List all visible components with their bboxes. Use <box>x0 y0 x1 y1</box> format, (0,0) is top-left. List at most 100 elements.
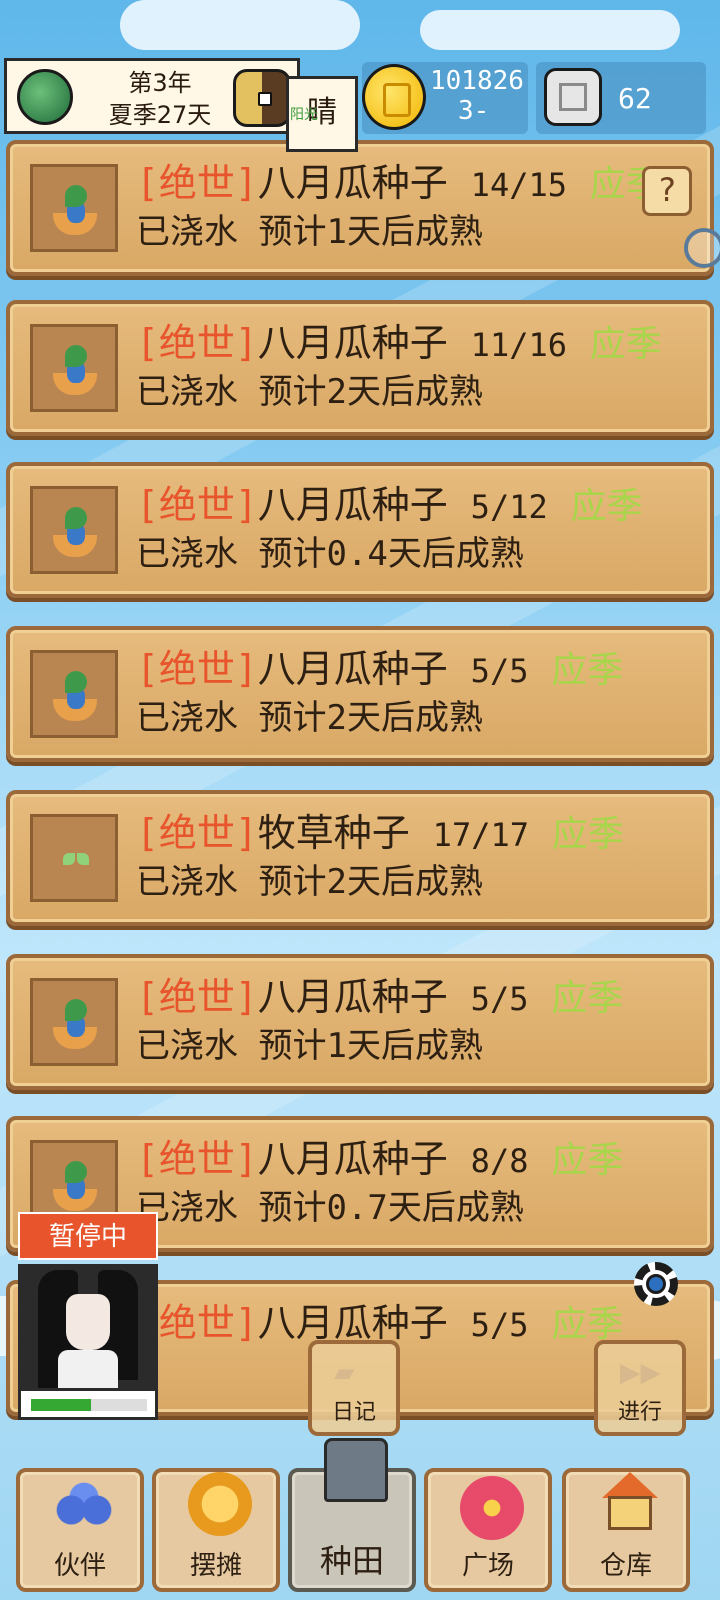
plot-rarity: [绝世] <box>136 483 258 527</box>
coin-icon <box>362 64 426 130</box>
sprout-leaf <box>65 999 87 1021</box>
date-panel[interactable]: 第3年 夏季27天 <box>4 58 300 134</box>
fast-forward-icon: ▶▶ <box>620 1352 661 1392</box>
coin-pile-icon <box>188 1472 252 1536</box>
help-button[interactable]: ? <box>642 166 692 216</box>
stamina-bar <box>18 1388 158 1420</box>
plot-status: 已浇水 预计2天后成熟 <box>136 372 483 412</box>
plot-season-tag: 应季 <box>551 1304 624 1345</box>
plot-title: [绝世]牧草种子 17/17 应季 <box>136 802 624 857</box>
plot-status: 已浇水 预计2天后成熟 <box>136 862 483 902</box>
plot-title: [绝世]八月瓜种子 5/5 应季 <box>136 966 623 1021</box>
stamina-bar-fill <box>31 1399 91 1411</box>
plot-crop-name: 八月瓜种子 <box>257 161 448 205</box>
plot-title: [绝世]八月瓜种子 14/15 应季 <box>136 152 662 207</box>
character-avatar[interactable] <box>18 1264 158 1394</box>
weather-tag: 阳光 <box>290 107 318 123</box>
plot-season-tag: 应季 <box>551 978 624 1019</box>
plot-rarity: [绝世] <box>136 647 258 691</box>
nav-tab-stall[interactable]: 摆摊 <box>152 1468 280 1592</box>
plot-soil-tile <box>30 486 118 574</box>
proceed-label: 进行 <box>617 1400 662 1425</box>
plot-status: 已浇水 预计2天后成熟 <box>136 698 483 738</box>
gem-value: 62 <box>618 82 652 115</box>
blue-seed-sprout-icon <box>53 1159 97 1211</box>
plot-title: [绝世]八月瓜种子 8/8 应季 <box>136 1128 623 1183</box>
barn-icon <box>598 1472 662 1536</box>
sprout-leaf <box>65 1161 87 1183</box>
plot-count: 5/5 <box>470 1306 529 1344</box>
diary-button[interactable]: ▰ 日记 <box>308 1340 400 1436</box>
sprout-leaf <box>65 507 87 529</box>
sprout-leaf <box>65 185 87 207</box>
gem-icon <box>544 68 602 126</box>
plot-count: 8/8 <box>470 1142 529 1180</box>
nav-label-farming: 种田 <box>319 1542 384 1580</box>
partners-icon <box>52 1478 116 1542</box>
nav-label-stall: 摆摊 <box>189 1551 242 1581</box>
plot-season-tag: 应季 <box>551 1140 624 1181</box>
nav-tab-farming[interactable]: 种田 <box>288 1438 416 1592</box>
nav-tab-plaza[interactable]: 广场 <box>424 1468 552 1592</box>
plot-card[interactable]: [绝世]八月瓜种子 5/5 应季已浇水 预计1天后成熟 <box>6 954 714 1090</box>
plot-rarity: [绝世] <box>136 975 258 1019</box>
plot-season-tag: 应季 <box>589 324 662 365</box>
plot-count: 5/5 <box>470 980 529 1018</box>
plot-crop-name: 八月瓜种子 <box>257 1137 448 1181</box>
plot-count: 5/5 <box>470 652 529 690</box>
plot-rarity: [绝世] <box>136 321 258 365</box>
nav-label-partners: 伙伴 <box>53 1551 106 1581</box>
plot-status: 已浇水 预计1天后成熟 <box>136 212 483 252</box>
grass-sprout-icon <box>63 853 89 869</box>
plot-title: [绝世]八月瓜种子 11/16 应季 <box>136 312 662 367</box>
plot-title: [绝世]八月瓜种子 5/5 应季 <box>136 1292 623 1347</box>
plot-soil-tile <box>30 164 118 252</box>
plot-crop-name: 八月瓜种子 <box>257 483 448 527</box>
plot-season-tag: 应季 <box>551 814 624 855</box>
plot-status: 已浇水 预计1天后成熟 <box>136 1026 483 1066</box>
day-night-icon <box>233 69 291 127</box>
plot-rarity: [绝世] <box>136 1137 258 1181</box>
plot-count: 11/16 <box>470 326 567 364</box>
nav-tab-warehouse[interactable]: 仓库 <box>562 1468 690 1592</box>
plot-card[interactable]: [绝世]八月瓜种子 5/12 应季 已浇水 预计0.4天后成熟 <box>6 462 714 598</box>
coin-counter[interactable]: 101826 3- <box>362 62 528 134</box>
plot-card[interactable]: [绝世]八月瓜种子 5/5 应季已浇水 预计2天后成熟 <box>6 626 714 762</box>
gear-core <box>646 1274 666 1294</box>
plot-count: 17/17 <box>432 816 529 854</box>
coin-sub-value: 3- <box>458 96 490 126</box>
plot-title: [绝世]八月瓜种子 5/12 应季 <box>136 474 643 529</box>
plot-crop-name: 八月瓜种子 <box>257 647 448 691</box>
flower-icon <box>460 1476 524 1540</box>
coin-value: 101826 <box>430 66 524 96</box>
nav-label-warehouse: 仓库 <box>599 1551 652 1581</box>
plot-title: [绝世]八月瓜种子 5/5 应季 <box>136 638 623 693</box>
watering-can-icon <box>324 1438 388 1502</box>
plot-card[interactable]: [绝世]八月瓜种子 14/15 应季已浇水 预计1天后成熟 <box>6 140 714 276</box>
plot-soil-tile <box>30 324 118 412</box>
plot-soil-tile <box>30 814 118 902</box>
plot-soil-tile <box>30 650 118 738</box>
blue-seed-sprout-icon <box>53 343 97 395</box>
gem-counter[interactable]: 62 <box>536 62 706 134</box>
plot-card[interactable]: [绝世]牧草种子 17/17 应季已浇水 预计2天后成熟 <box>6 790 714 926</box>
blue-seed-sprout-icon <box>53 997 97 1049</box>
proceed-button[interactable]: ▶▶ 进行 <box>594 1340 686 1436</box>
blue-seed-sprout-icon <box>53 183 97 235</box>
settings-button[interactable] <box>628 1256 684 1312</box>
plot-crop-name: 八月瓜种子 <box>257 975 448 1019</box>
sprout-leaf <box>65 671 87 693</box>
year-label: 第3年 <box>128 69 192 97</box>
plot-season-tag: 应季 <box>570 486 643 527</box>
plot-crop-name: 牧草种子 <box>257 811 410 855</box>
side-scroll-handle[interactable] <box>684 228 720 268</box>
season-day-label: 夏季27天 <box>108 101 212 129</box>
nav-tab-partners[interactable]: 伙伴 <box>16 1468 144 1592</box>
plot-card[interactable]: [绝世]八月瓜种子 11/16 应季已浇水 预计2天后成熟 <box>6 300 714 436</box>
cloud <box>420 10 680 50</box>
nav-label-plaza: 广场 <box>461 1551 514 1581</box>
plot-crop-name: 八月瓜种子 <box>257 1301 448 1345</box>
cloud <box>120 0 360 50</box>
blue-seed-sprout-icon <box>53 669 97 721</box>
speech-bubble-icon: ▰ <box>334 1352 355 1392</box>
